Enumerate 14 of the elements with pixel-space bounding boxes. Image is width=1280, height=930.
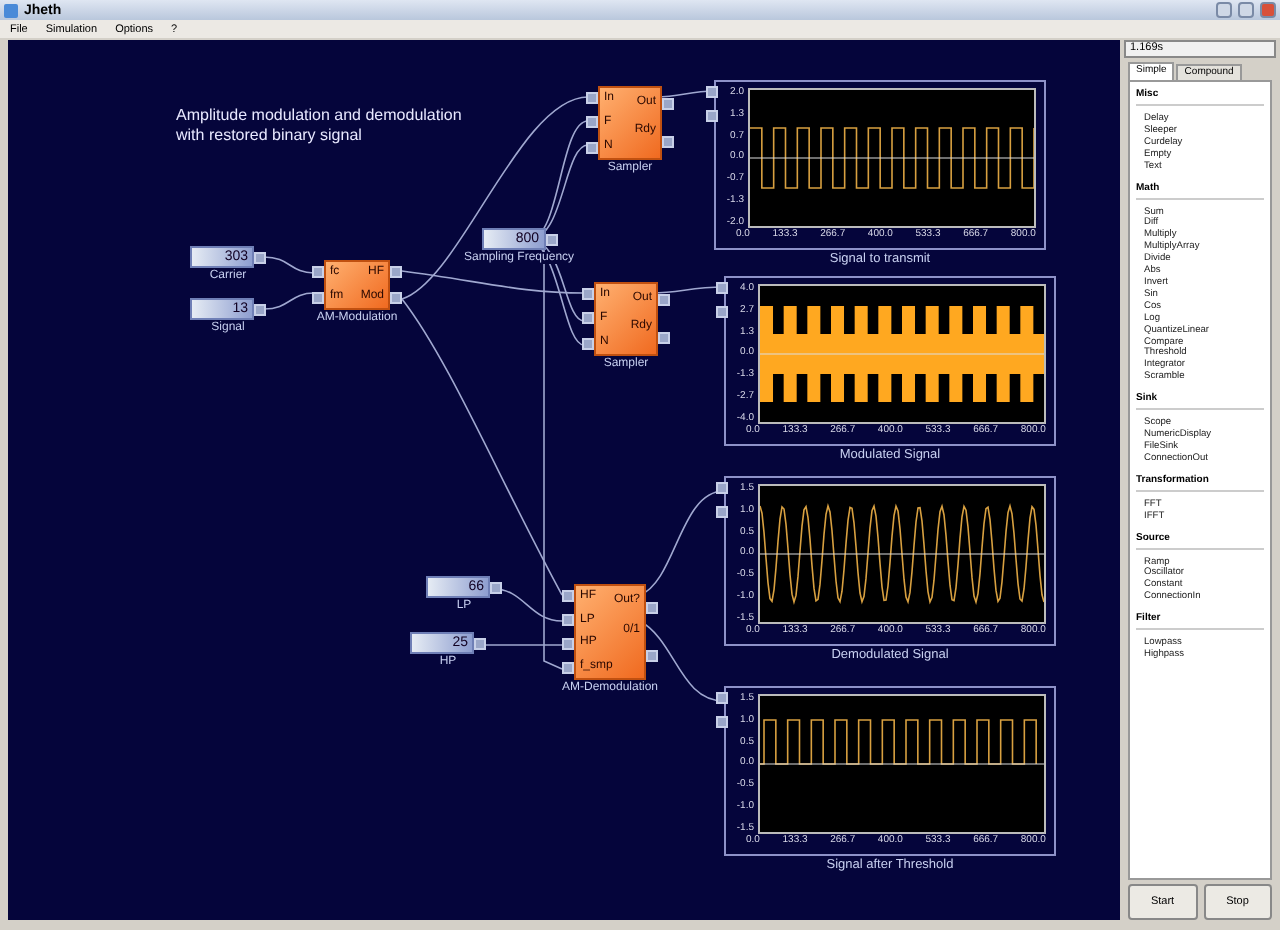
port-icon[interactable] — [254, 251, 266, 263]
port-icon[interactable] — [254, 303, 266, 315]
port-icon[interactable] — [662, 98, 674, 111]
port-icon[interactable] — [474, 637, 486, 649]
diagram-caption: Amplitude modulation and demodulation with restored binary signal — [176, 106, 462, 146]
port-icon[interactable] — [490, 581, 502, 593]
port-icon[interactable] — [662, 135, 674, 148]
port-icon[interactable] — [658, 331, 670, 344]
connection-wire — [263, 291, 315, 309]
port-icon[interactable] — [646, 602, 659, 614]
port-icon[interactable] — [658, 294, 670, 307]
connection-wire — [263, 255, 315, 273]
port-icon[interactable] — [646, 650, 659, 662]
app-icon — [4, 3, 18, 17]
